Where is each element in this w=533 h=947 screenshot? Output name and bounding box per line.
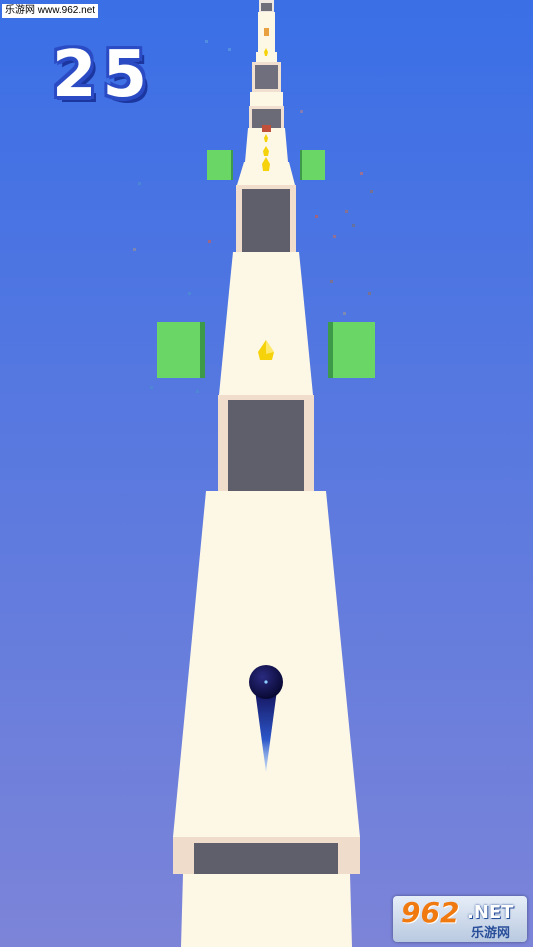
green-cube-far-left bbox=[207, 150, 233, 180]
red-block-obstacle bbox=[262, 125, 271, 132]
logo-number: 962 bbox=[401, 896, 460, 929]
orange-block-obstacle bbox=[264, 28, 269, 36]
green-cube-near-left bbox=[157, 322, 205, 378]
green-cube-near-right bbox=[328, 322, 375, 378]
score-counter: 25 bbox=[52, 38, 154, 112]
site-logo: 962 .NET 乐游网 bbox=[393, 896, 527, 942]
green-cube-far-right bbox=[300, 150, 325, 180]
logo-chinese-name: 乐游网 bbox=[471, 926, 511, 941]
logo-net: .NET bbox=[467, 902, 514, 923]
site-watermark: 乐游网 www.962.net bbox=[2, 4, 99, 18]
game-scene[interactable] bbox=[0, 0, 533, 947]
